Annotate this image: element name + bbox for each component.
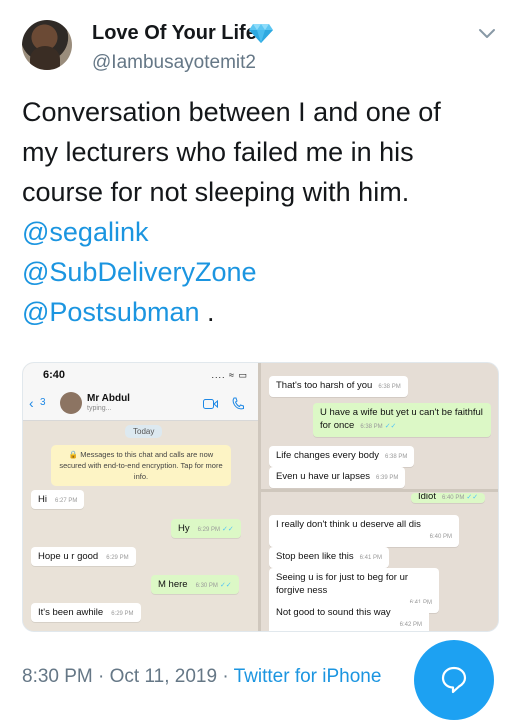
- message-time: 6:27 PM: [54, 498, 78, 504]
- chat-message: That's too harsh of you 6:38 PM: [269, 376, 408, 397]
- chat-message: Idiot 6:40 PM ✓✓: [411, 493, 486, 503]
- chat-message: Not good to sound this way 6:42 PM: [269, 603, 429, 631]
- chat-message: It's been awhile 6:29 PM: [31, 603, 141, 622]
- chat-message: U have a wife but yet u can't be faithfu…: [313, 403, 491, 437]
- tweet-date: Oct 11, 2019: [109, 666, 218, 687]
- display-name[interactable]: Love Of Your Life: [92, 22, 257, 45]
- handle[interactable]: @Iambusayotemit2: [92, 52, 256, 74]
- tweet-text-line: Conversation between I and one of: [22, 97, 441, 127]
- tweet-source-link[interactable]: Twitter for iPhone: [234, 666, 382, 687]
- chat-header: ‹ 3 Mr Abdul typing...: [23, 387, 258, 421]
- message-text: Seeing u is for just to beg for ur forgi…: [276, 572, 409, 596]
- chat-screenshot-left: 6:40 .... ≈ ▭ ‹ 3 Mr Abdul typing... Tod…: [23, 363, 258, 631]
- message-time: 6:29 PM: [106, 555, 129, 561]
- message-text: U have a wife but yet u can't be faithfu…: [320, 407, 483, 431]
- chat-message: Hy 6:29 PM ✓✓: [171, 519, 241, 538]
- tweet-text: Conversation between I and one of my lec…: [22, 92, 502, 332]
- gem-icon: [249, 24, 273, 43]
- message-time: 6:41 PM: [359, 555, 382, 561]
- message-text: Hope u r good: [38, 551, 99, 562]
- message-time: 6:29 PM: [111, 611, 134, 617]
- message-time: 6:29 PM: [197, 527, 220, 533]
- meta-separator: ·: [98, 666, 105, 687]
- avatar[interactable]: [22, 20, 72, 70]
- chat-message: Life changes every body 6:38 PM: [269, 446, 415, 467]
- read-tick-icon: ✓✓: [466, 494, 479, 501]
- message-text: Stop been like this: [276, 551, 354, 562]
- chat-avatar: [60, 392, 82, 414]
- video-call-icon: [203, 399, 218, 409]
- status-icons: .... ≈ ▭: [211, 370, 248, 380]
- message-text: M here: [158, 579, 188, 590]
- read-tick-icon: ✓✓: [221, 526, 234, 533]
- contact-status: typing...: [87, 405, 112, 412]
- chat-message: I really don't think u deserve all dis 6:…: [269, 515, 459, 547]
- back-count: 3: [40, 397, 46, 408]
- tweet-text-line: my lecturers who failed me in his: [22, 137, 414, 167]
- back-arrow-icon: ‹: [29, 395, 34, 411]
- message-text: Idiot: [418, 493, 436, 502]
- tweet-text-line: course for not sleeping with him.: [22, 177, 410, 207]
- message-time: 6:38 PM: [378, 384, 401, 390]
- status-time: 6:40: [43, 369, 66, 381]
- date-pill: Today: [125, 425, 163, 438]
- tweet-media-image[interactable]: 6:40 .... ≈ ▭ ‹ 3 Mr Abdul typing... Tod…: [22, 362, 499, 632]
- chevron-down-icon[interactable]: [476, 22, 498, 44]
- message-text: Life changes every body: [276, 450, 379, 461]
- reply-bubble-icon: [441, 666, 467, 694]
- message-time: 6:40 PM: [429, 534, 452, 540]
- read-tick-icon: ✓✓: [219, 582, 232, 589]
- message-text: Not good to sound this way: [276, 607, 391, 618]
- chat-message: M here 6:30 PM ✓✓: [151, 575, 239, 594]
- chat-message: Hi 6:27 PM: [31, 490, 85, 509]
- encryption-notice: 🔒 Messages to this chat and calls are no…: [51, 445, 231, 486]
- chat-message: Even u have ur lapses 6:39 PM: [269, 467, 406, 488]
- message-time: 6:40 PM: [441, 495, 465, 501]
- message-text: It's been awhile: [38, 607, 104, 618]
- tweet-header: Love Of Your Life @Iambusayotemit2: [0, 0, 519, 90]
- message-time: 6:30 PM: [195, 583, 218, 589]
- chat-message: Stop been like this 6:41 PM: [269, 547, 389, 568]
- tweet-time: 8:30 PM: [22, 666, 93, 687]
- message-text: Hi: [38, 494, 47, 505]
- screenshot-divider: [261, 489, 498, 492]
- message-time: 6:38 PM: [384, 454, 408, 460]
- phone-icon: [232, 397, 244, 410]
- message-time: 6:39 PM: [376, 475, 399, 481]
- chat-message: Hope u r good 6:29 PM: [31, 547, 136, 566]
- tweet-metadata: 8:30 PM · Oct 11, 2019 · Twitter for iPh…: [22, 666, 381, 688]
- message-time: 6:42 PM: [399, 622, 422, 628]
- message-text: Even u have ur lapses: [276, 471, 371, 482]
- message-time: 6:38 PM: [360, 424, 383, 430]
- message-text: Hy: [178, 523, 190, 534]
- chat-screenshot-right: That's too harsh of you 6:38 PM U have a …: [261, 363, 498, 631]
- mention-link[interactable]: @Postsubman: [22, 297, 200, 327]
- contact-name: Mr Abdul: [87, 393, 130, 404]
- mention-link[interactable]: @SubDeliveryZone: [22, 252, 502, 292]
- reply-fab-button[interactable]: [414, 640, 494, 720]
- meta-separator: ·: [222, 666, 229, 687]
- mention-link[interactable]: @segalink: [22, 212, 502, 252]
- message-text: That's too harsh of you: [276, 380, 373, 391]
- mention-suffix: .: [199, 297, 215, 327]
- message-text: I really don't think u deserve all dis: [276, 519, 421, 530]
- read-tick-icon: ✓✓: [384, 423, 397, 430]
- status-bar: 6:40 .... ≈ ▭: [23, 363, 258, 387]
